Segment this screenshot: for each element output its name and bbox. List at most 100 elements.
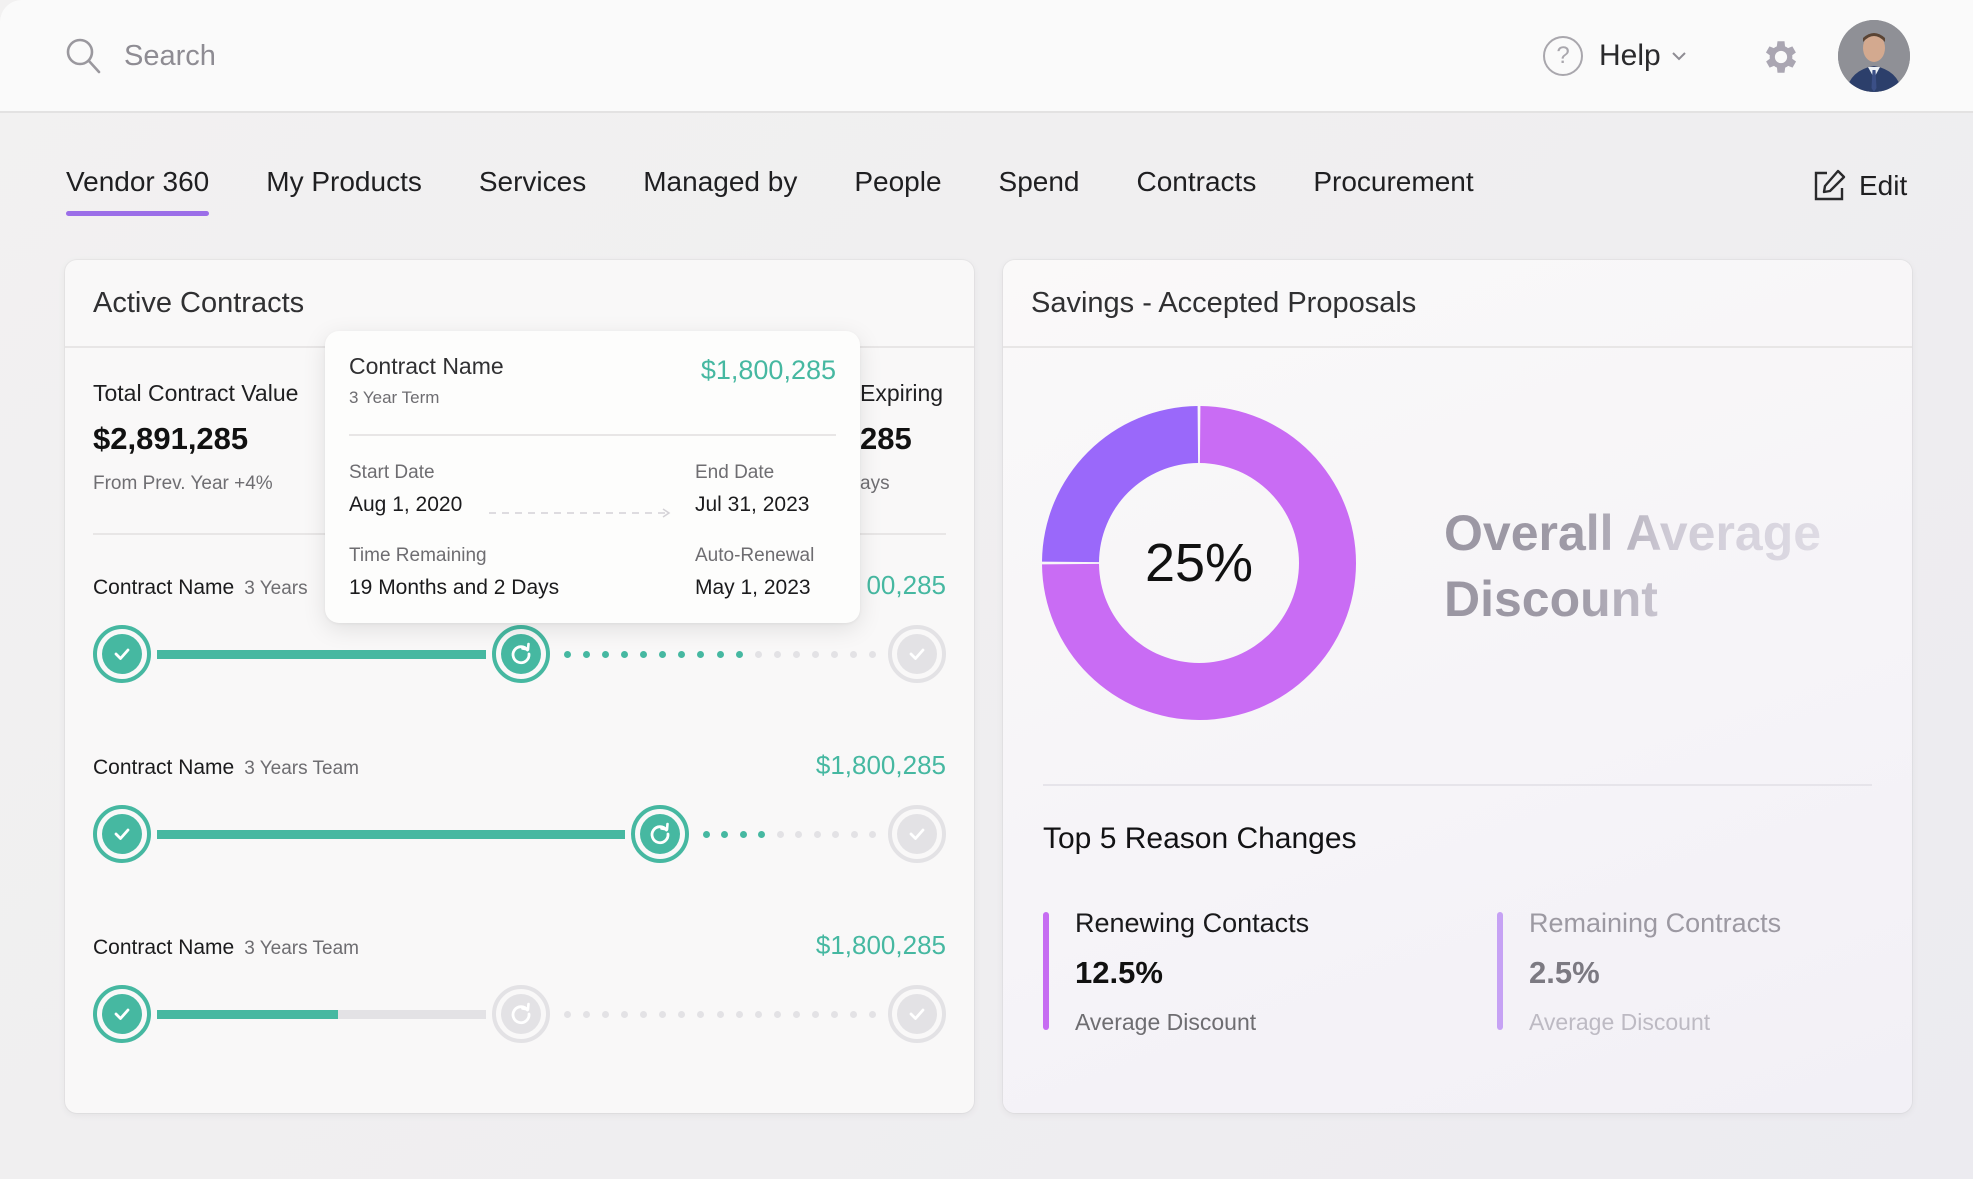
stage-start-node[interactable] bbox=[93, 805, 151, 863]
overall-average-discount-label: Overall Average Discount bbox=[1444, 500, 1821, 632]
progress-dot bbox=[697, 1010, 705, 1018]
renew-icon bbox=[501, 634, 541, 674]
remaining-dots bbox=[564, 650, 876, 658]
avatar[interactable] bbox=[1838, 20, 1910, 92]
tab-managed-by[interactable]: Managed by bbox=[643, 166, 797, 216]
expiring-stat: Expiring 285 ays bbox=[860, 380, 943, 495]
tab-contracts[interactable]: Contracts bbox=[1137, 166, 1257, 216]
progress-dot bbox=[640, 650, 648, 658]
search-icon bbox=[66, 38, 101, 74]
progress-dot bbox=[849, 650, 857, 658]
contract-value: $1,800,285 bbox=[815, 750, 946, 780]
progress-dot bbox=[811, 650, 819, 658]
progress-dot bbox=[869, 1010, 876, 1018]
stat-sub: From Prev. Year +4% bbox=[93, 473, 273, 494]
search-input[interactable] bbox=[124, 39, 524, 73]
progress-dot bbox=[735, 650, 743, 658]
search-bar[interactable] bbox=[64, 36, 524, 76]
progress-dot bbox=[773, 650, 781, 658]
progress-track bbox=[157, 830, 625, 839]
check-icon bbox=[897, 634, 937, 674]
gear-icon[interactable] bbox=[1760, 36, 1802, 78]
tab-people[interactable]: People bbox=[854, 166, 941, 216]
end-date-value: Jul 31, 2023 bbox=[695, 493, 810, 516]
progress-dot bbox=[640, 1010, 648, 1018]
reason-title: Renewing Contacts bbox=[1075, 908, 1310, 938]
progress-dot bbox=[678, 1010, 686, 1018]
progress-track bbox=[157, 650, 486, 659]
overall-line-1: Overall Average bbox=[1444, 505, 1822, 561]
contract-term: 3 Years bbox=[244, 578, 308, 599]
total-contract-value-stat: Total Contract Value $2,891,285 From Pre… bbox=[93, 380, 298, 495]
progress-dot bbox=[758, 830, 766, 838]
stage-renewal-node[interactable] bbox=[492, 985, 550, 1043]
reason-sub: Average Discount bbox=[1529, 1009, 1711, 1035]
progress-dot bbox=[659, 1010, 667, 1018]
progress-dot bbox=[602, 1010, 610, 1018]
progress-dot bbox=[795, 830, 803, 838]
question-circle-icon: ? bbox=[1543, 36, 1583, 76]
reason-value: 2.5% bbox=[1529, 955, 1600, 990]
user-avatar-icon bbox=[1838, 20, 1910, 92]
reason-remaining-contracts: Remaining Contracts 2.5% Average Discoun… bbox=[1497, 908, 1781, 1036]
auto-renewal-value: May 1, 2023 bbox=[695, 576, 811, 599]
progress-fill bbox=[157, 830, 625, 839]
stage-start-node[interactable] bbox=[93, 625, 151, 683]
tooltip-contract-name: Contract Name bbox=[349, 353, 504, 379]
contract-row[interactable]: Contract Name 3 Years Team $1,800,285 bbox=[93, 750, 946, 900]
progress-dot bbox=[754, 650, 762, 658]
stat-label: Total Contract Value bbox=[93, 380, 299, 406]
tab-spend[interactable]: Spend bbox=[999, 166, 1080, 216]
check-icon bbox=[102, 994, 142, 1034]
progress-dot bbox=[716, 1010, 724, 1018]
stage-end-node[interactable] bbox=[888, 625, 946, 683]
progress-dot bbox=[621, 1010, 629, 1018]
tab-procurement[interactable]: Procurement bbox=[1313, 166, 1473, 216]
contract-term: 3 Years Team bbox=[244, 938, 360, 959]
check-icon bbox=[897, 994, 937, 1034]
stat-value: $2,891,285 bbox=[93, 421, 249, 456]
top-reasons-title: Top 5 Reason Changes bbox=[1043, 822, 1357, 855]
tab-bar: Vendor 360 My Products Services Managed by P… bbox=[66, 166, 1531, 216]
contract-name: Contract Name bbox=[93, 936, 235, 959]
progress-dot bbox=[830, 650, 838, 658]
check-icon bbox=[897, 814, 937, 854]
renew-icon bbox=[640, 814, 680, 854]
tab-my-products[interactable]: My Products bbox=[266, 166, 422, 216]
contract-timeline bbox=[93, 625, 946, 685]
top-header: ? Help bbox=[0, 0, 1973, 113]
tooltip-contract-value: $1,800,285 bbox=[700, 355, 836, 385]
stage-start-node[interactable] bbox=[93, 985, 151, 1043]
contract-row[interactable]: Contract Name 3 Years Team $1,800,285 bbox=[93, 930, 946, 1080]
progress-dot bbox=[830, 1010, 838, 1018]
tooltip-contract-term: 3 Year Term bbox=[349, 388, 440, 407]
progress-dot bbox=[583, 1010, 591, 1018]
progress-dot bbox=[739, 830, 747, 838]
accent-bar bbox=[1497, 912, 1503, 1030]
stage-end-node[interactable] bbox=[888, 805, 946, 863]
tab-vendor-360[interactable]: Vendor 360 bbox=[66, 166, 210, 216]
reason-title: Remaining Contracts bbox=[1529, 908, 1782, 938]
stage-renewal-node[interactable] bbox=[492, 625, 550, 683]
progress-dot bbox=[773, 1010, 781, 1018]
progress-track bbox=[157, 1010, 486, 1019]
edit-button[interactable]: Edit bbox=[1811, 168, 1907, 204]
dashed-arrow-icon bbox=[489, 508, 671, 518]
contract-timeline bbox=[93, 805, 946, 865]
reason-renewing-contacts: Renewing Contacts 12.5% Average Discount bbox=[1043, 908, 1309, 1036]
contract-name: Contract Name bbox=[93, 756, 235, 779]
contract-value: 00,285 bbox=[866, 570, 946, 600]
contract-term: 3 Years Team bbox=[244, 758, 360, 779]
progress-dot bbox=[869, 650, 876, 658]
stage-end-node[interactable] bbox=[888, 985, 946, 1043]
reason-sub: Average Discount bbox=[1075, 1009, 1257, 1035]
renew-icon bbox=[501, 994, 541, 1034]
stat-label: Expiring bbox=[860, 380, 944, 406]
check-icon bbox=[102, 634, 142, 674]
help-menu[interactable]: ? Help bbox=[1543, 36, 1687, 76]
end-date-label: End Date bbox=[695, 462, 775, 483]
tab-services[interactable]: Services bbox=[479, 166, 586, 216]
progress-dot bbox=[602, 650, 610, 658]
progress-dot bbox=[849, 1010, 857, 1018]
stage-renewal-node[interactable] bbox=[631, 805, 689, 863]
